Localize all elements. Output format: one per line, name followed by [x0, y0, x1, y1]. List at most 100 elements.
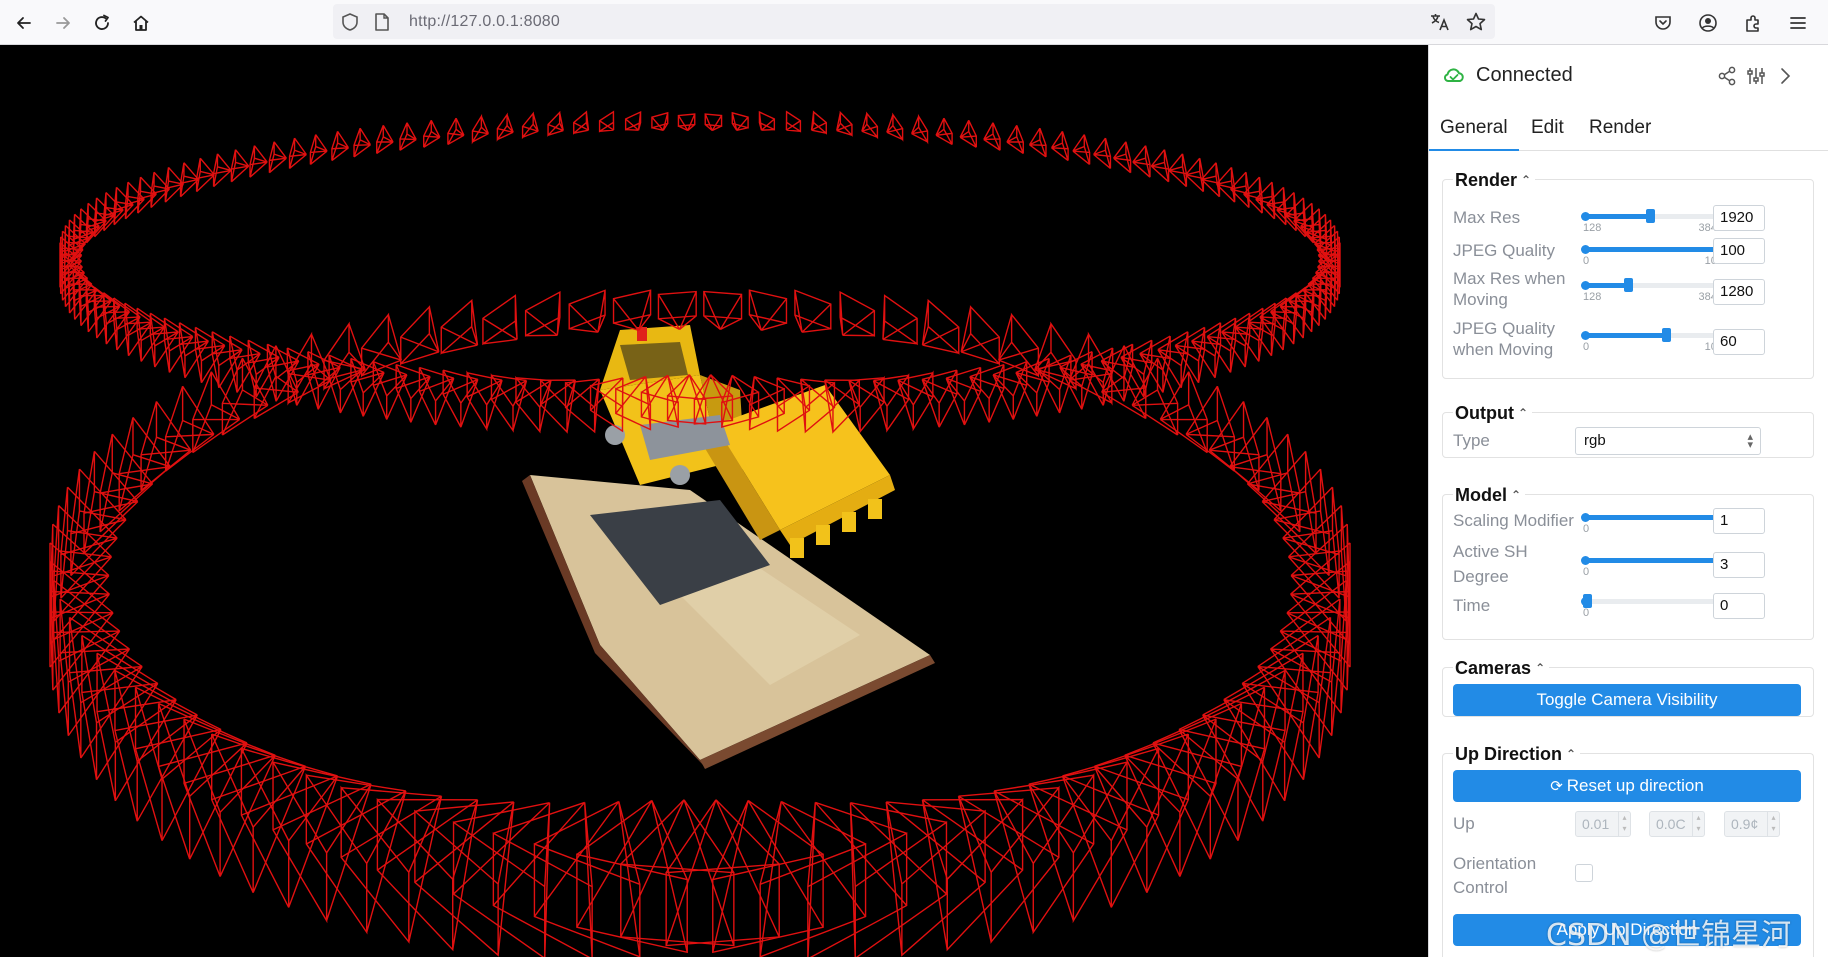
camera-frustum	[1185, 385, 1236, 472]
camera-frustum	[612, 289, 652, 332]
camera-frustum	[1255, 181, 1276, 220]
shield-icon[interactable]	[340, 12, 360, 32]
jpeg-quality-moving-input[interactable]: 60	[1713, 329, 1765, 355]
camera-frustum	[340, 785, 443, 944]
output-type-select[interactable]: rgb ▴ ▾	[1575, 427, 1761, 455]
camera-frustum	[1168, 153, 1188, 188]
max-res-slider[interactable]: 128 3840	[1581, 206, 1723, 234]
jpeg-quality-input[interactable]: 100	[1713, 238, 1765, 264]
reset-up-direction-button[interactable]: ⟳ Reset up direction	[1453, 770, 1801, 802]
orientation-control-checkbox[interactable]	[1575, 864, 1593, 882]
active-tab-indicator	[1429, 149, 1519, 151]
bookmark-star-icon[interactable]	[1465, 11, 1487, 33]
slider-min-label: 0	[1583, 566, 1590, 578]
slider-origin-dot	[1581, 513, 1590, 522]
active-sh-degree-slider[interactable]: 03	[1581, 550, 1724, 578]
active-sh-degree-input[interactable]: 3	[1713, 552, 1765, 578]
scaling-modifier-input[interactable]: 1	[1713, 508, 1765, 534]
slider-origin-dot	[1581, 281, 1590, 290]
model-section-title[interactable]: Model ⌃	[1453, 485, 1526, 506]
3d-viewport[interactable]	[0, 45, 1428, 957]
camera-frustum	[624, 110, 642, 131]
pocket-button[interactable]	[1648, 8, 1678, 38]
share-icon[interactable]	[1716, 65, 1738, 87]
app-menu-button[interactable]	[1783, 8, 1813, 38]
max-res-moving-input[interactable]: 1280	[1713, 279, 1765, 305]
camera-frustum	[1124, 718, 1217, 877]
up-x-value: 0.01	[1582, 816, 1610, 832]
max-res-input[interactable]: 1920	[1713, 205, 1765, 231]
max-res-moving-label: Max Res when Moving	[1453, 269, 1566, 309]
slider-thumb[interactable]	[1624, 278, 1633, 292]
translate-icon[interactable]	[1429, 11, 1451, 33]
camera-frustum	[836, 110, 853, 137]
time-slider[interactable]: 01	[1581, 591, 1723, 619]
cameras-section-title[interactable]: Cameras ⌃	[1453, 658, 1550, 679]
slider-thumb[interactable]	[1583, 594, 1592, 608]
back-button[interactable]	[9, 8, 39, 38]
up-direction-section-title[interactable]: Up Direction ⌃	[1453, 744, 1581, 765]
camera-frustum	[935, 117, 953, 146]
spinner-icon[interactable]: ▴ ▾	[1692, 812, 1704, 836]
camera-frustum	[1113, 141, 1132, 174]
output-section-title[interactable]: Output ⌃	[1453, 403, 1533, 424]
camera-frustum	[418, 366, 455, 426]
camera-frustum	[849, 802, 948, 957]
browser-toolbar: http://127.0.0.1:8080	[0, 0, 1828, 45]
scaling-modifier-label: Scaling Modifier	[1453, 511, 1574, 530]
up-y-input[interactable]: 0.0C ▴ ▾	[1649, 811, 1705, 837]
camera-frustum	[1185, 157, 1205, 193]
up-x-input[interactable]: 0.01 ▴ ▾	[1575, 811, 1631, 837]
spinner-icon[interactable]: ▴ ▾	[1618, 812, 1630, 836]
slider-thumb[interactable]	[1646, 209, 1655, 223]
camera-frustum	[490, 373, 528, 433]
adjustments-icon[interactable]	[1745, 65, 1767, 87]
home-icon	[133, 15, 149, 31]
camera-frustum	[1028, 127, 1047, 158]
panel-tabs: General Edit Render	[1429, 107, 1828, 151]
tab-general[interactable]: General	[1440, 117, 1508, 139]
camera-frustum	[731, 111, 749, 132]
camera-frustum	[353, 127, 372, 158]
tab-render[interactable]: Render	[1589, 117, 1651, 139]
section-title-text: Cameras	[1455, 658, 1532, 678]
camera-frustum	[452, 802, 551, 957]
spinner-icon[interactable]: ▴ ▾	[1767, 812, 1779, 836]
camera-frustum	[712, 799, 824, 954]
reload-button[interactable]	[87, 8, 117, 38]
camera-frustum	[886, 112, 904, 142]
camera-frustum	[521, 111, 539, 140]
extensions-icon	[1746, 15, 1759, 32]
back-arrow-icon	[17, 17, 31, 29]
camera-frustum	[748, 289, 788, 332]
slider-thumb[interactable]	[1662, 328, 1671, 342]
camera-frustum	[399, 122, 417, 151]
toggle-camera-visibility-button[interactable]: Toggle Camera Visibility	[1453, 684, 1801, 716]
home-button[interactable]	[126, 8, 156, 38]
camera-frustum	[400, 305, 440, 366]
account-button[interactable]	[1693, 8, 1723, 38]
forward-button[interactable]	[48, 8, 78, 38]
camera-frustum	[183, 718, 276, 877]
camera-frustum	[1273, 468, 1330, 577]
browser-window: http://127.0.0.1:8080 Connected General …	[0, 0, 1828, 957]
jpeg-quality-slider[interactable]: 0100	[1581, 239, 1724, 267]
camera-frustum	[547, 110, 564, 137]
slider-track	[1583, 599, 1723, 604]
tab-edit[interactable]: Edit	[1531, 117, 1564, 139]
url-bar[interactable]: http://127.0.0.1:8080	[333, 4, 1495, 39]
scaling-modifier-slider[interactable]: 01	[1581, 507, 1724, 535]
time-input[interactable]: 0	[1713, 593, 1765, 619]
camera-frustum	[573, 110, 590, 135]
url-text[interactable]: http://127.0.0.1:8080	[409, 13, 560, 31]
extensions-button[interactable]	[1738, 8, 1768, 38]
up-z-input[interactable]: 0.9¢ ▴ ▾	[1724, 811, 1780, 837]
section-title-text: Model	[1455, 485, 1507, 505]
chevron-up-icon: ⌃	[1517, 406, 1529, 420]
forward-arrow-icon	[56, 17, 70, 29]
jpeg-quality-moving-slider[interactable]: 0100	[1581, 325, 1723, 353]
render-section-title[interactable]: Render ⌃	[1453, 170, 1536, 191]
camera-frustum	[440, 298, 479, 355]
chevron-right-icon[interactable]	[1774, 65, 1796, 87]
max-res-moving-slider[interactable]: 128 3840	[1581, 275, 1723, 303]
